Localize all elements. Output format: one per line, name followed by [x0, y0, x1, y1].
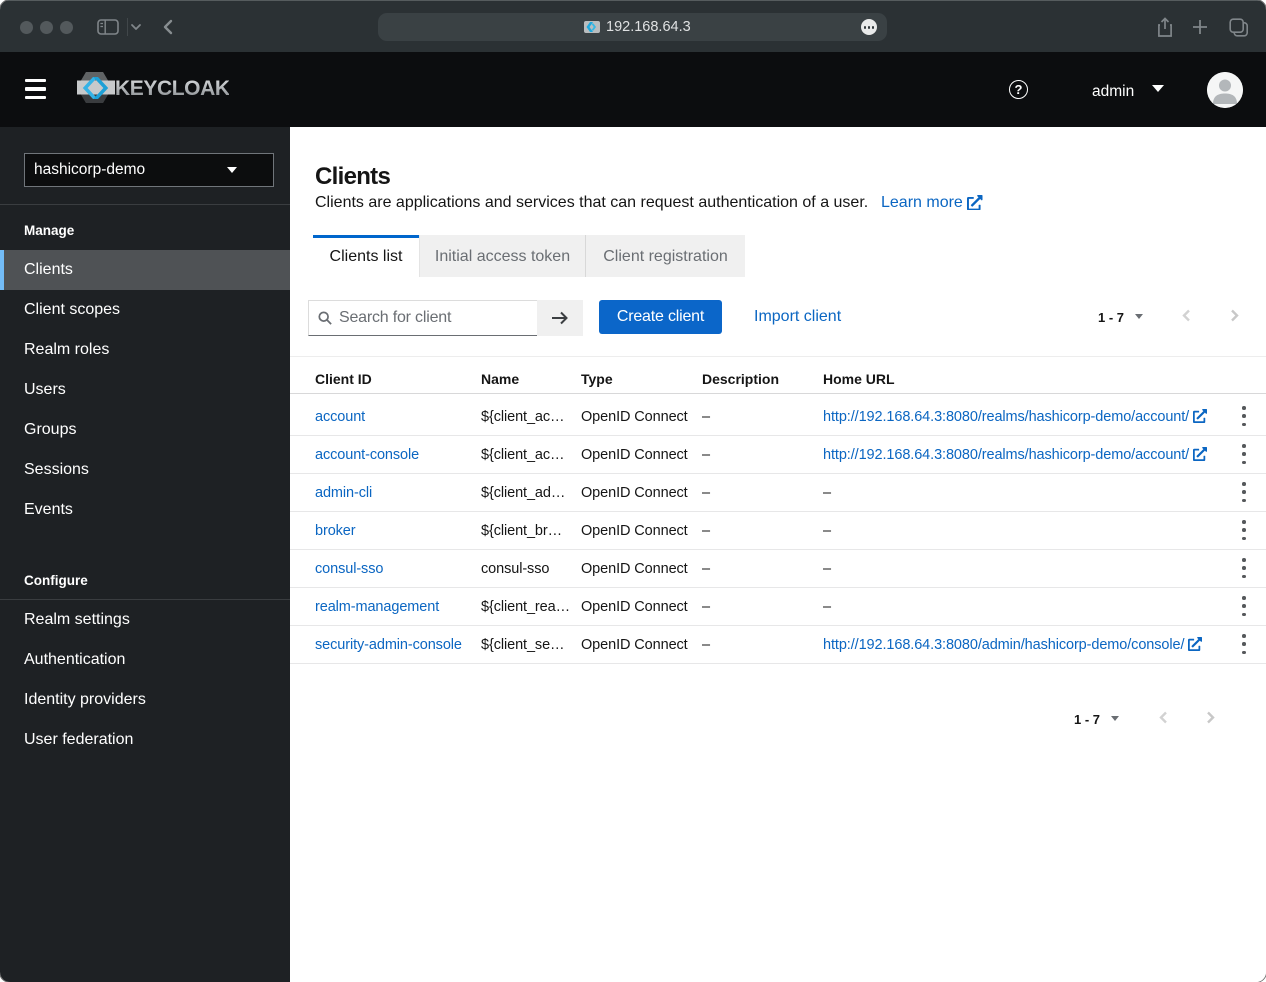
svg-text:KEYCLOAK: KEYCLOAK — [115, 77, 229, 100]
